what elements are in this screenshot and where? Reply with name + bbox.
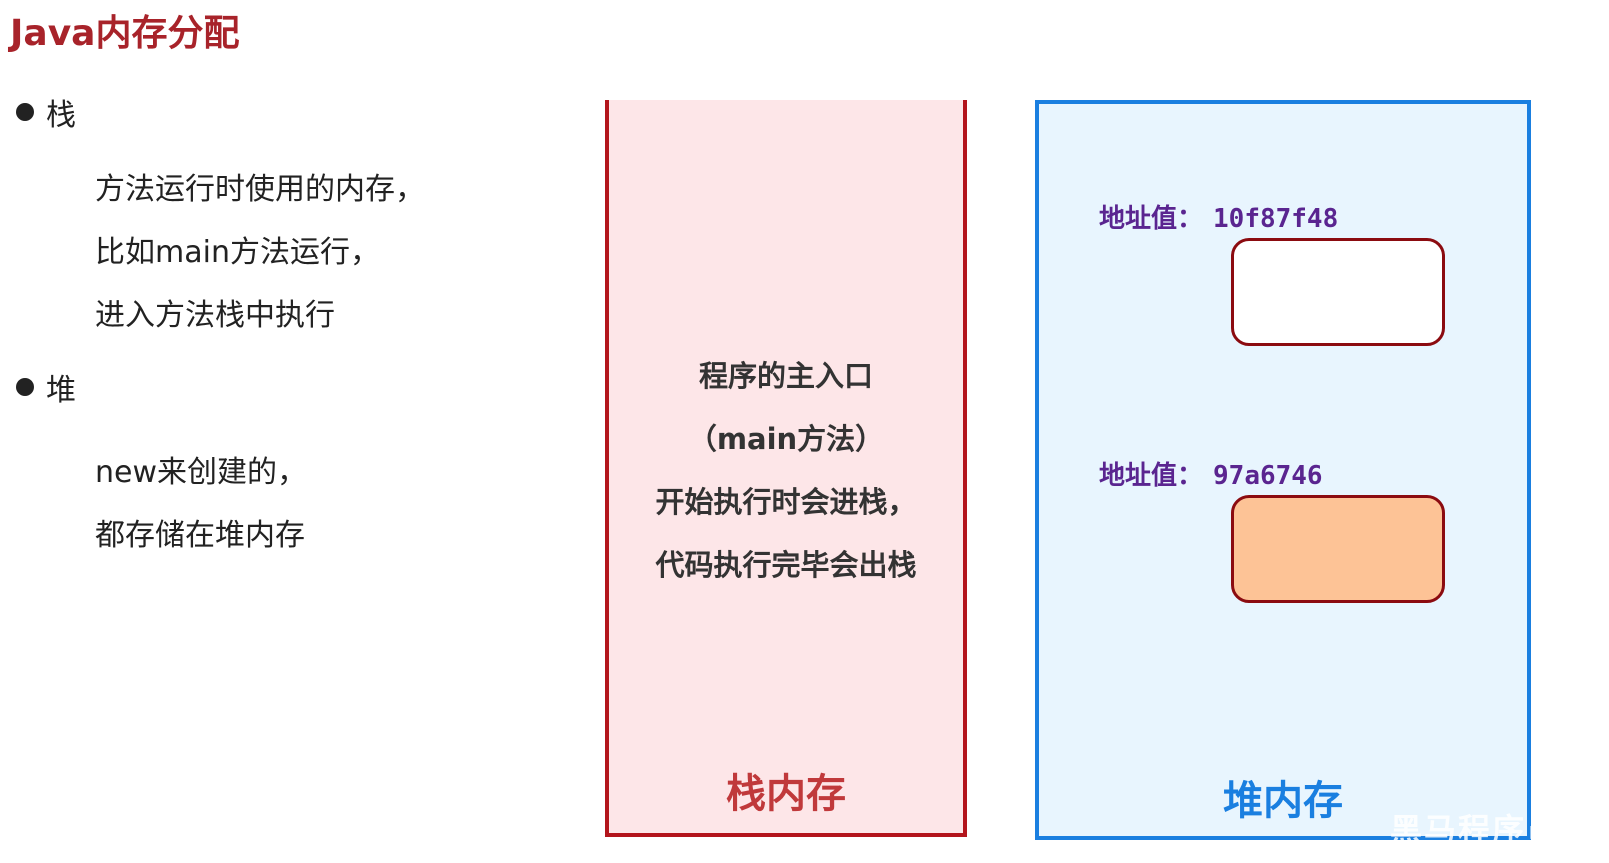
address-prefix: 地址值： — [1099, 204, 1204, 234]
stack-text-line: 代码执行完毕会出栈 — [655, 548, 917, 582]
bullet-label: 堆 — [46, 373, 76, 408]
bullet-dot-icon — [16, 378, 34, 396]
slide-title: Java内存分配 — [10, 13, 240, 54]
bullet-dot-icon — [16, 103, 34, 121]
heap-object-orange — [1231, 495, 1445, 603]
bullet-label: 栈 — [46, 98, 76, 133]
address-label: 地址值： 97a6746 — [1099, 455, 1323, 492]
stack-memory-box: 程序的主入口 （main方法） 开始执行时会进栈， 代码执行完毕会出栈 栈内存 — [605, 100, 967, 837]
stack-text-line: 程序的主入口 — [698, 359, 873, 393]
stack-text-line: （main方法） — [687, 422, 885, 456]
watermark-logo: 黑马程序员 — [1390, 811, 1561, 849]
address-label: 地址值： 10f87f48 — [1099, 198, 1338, 235]
stack-desc-line: 进入方法栈中执行 — [95, 298, 335, 333]
address-value: 10f87f48 — [1213, 204, 1339, 234]
stack-description: 程序的主入口 （main方法） 开始执行时会进栈， 代码执行完毕会出栈 — [609, 345, 963, 597]
bullet-stack: 栈 — [16, 90, 76, 134]
address-value: 97a6746 — [1213, 461, 1323, 491]
stack-desc-line: 比如main方法运行， — [95, 235, 380, 270]
address-prefix: 地址值： — [1099, 461, 1204, 491]
heap-desc-line: new来创建的， — [95, 455, 308, 490]
heap-desc-line: 都存储在堆内存 — [95, 518, 305, 553]
stack-label: 栈内存 — [726, 771, 846, 817]
heap-memory-box: 地址值： 10f87f48 地址值： 97a6746 堆内存 — [1035, 100, 1531, 840]
stack-text-line: 开始执行时会进栈， — [655, 485, 917, 519]
bullet-heap: 堆 — [16, 365, 76, 409]
stack-desc-line: 方法运行时使用的内存， — [95, 172, 425, 207]
heap-object-white — [1231, 238, 1445, 346]
